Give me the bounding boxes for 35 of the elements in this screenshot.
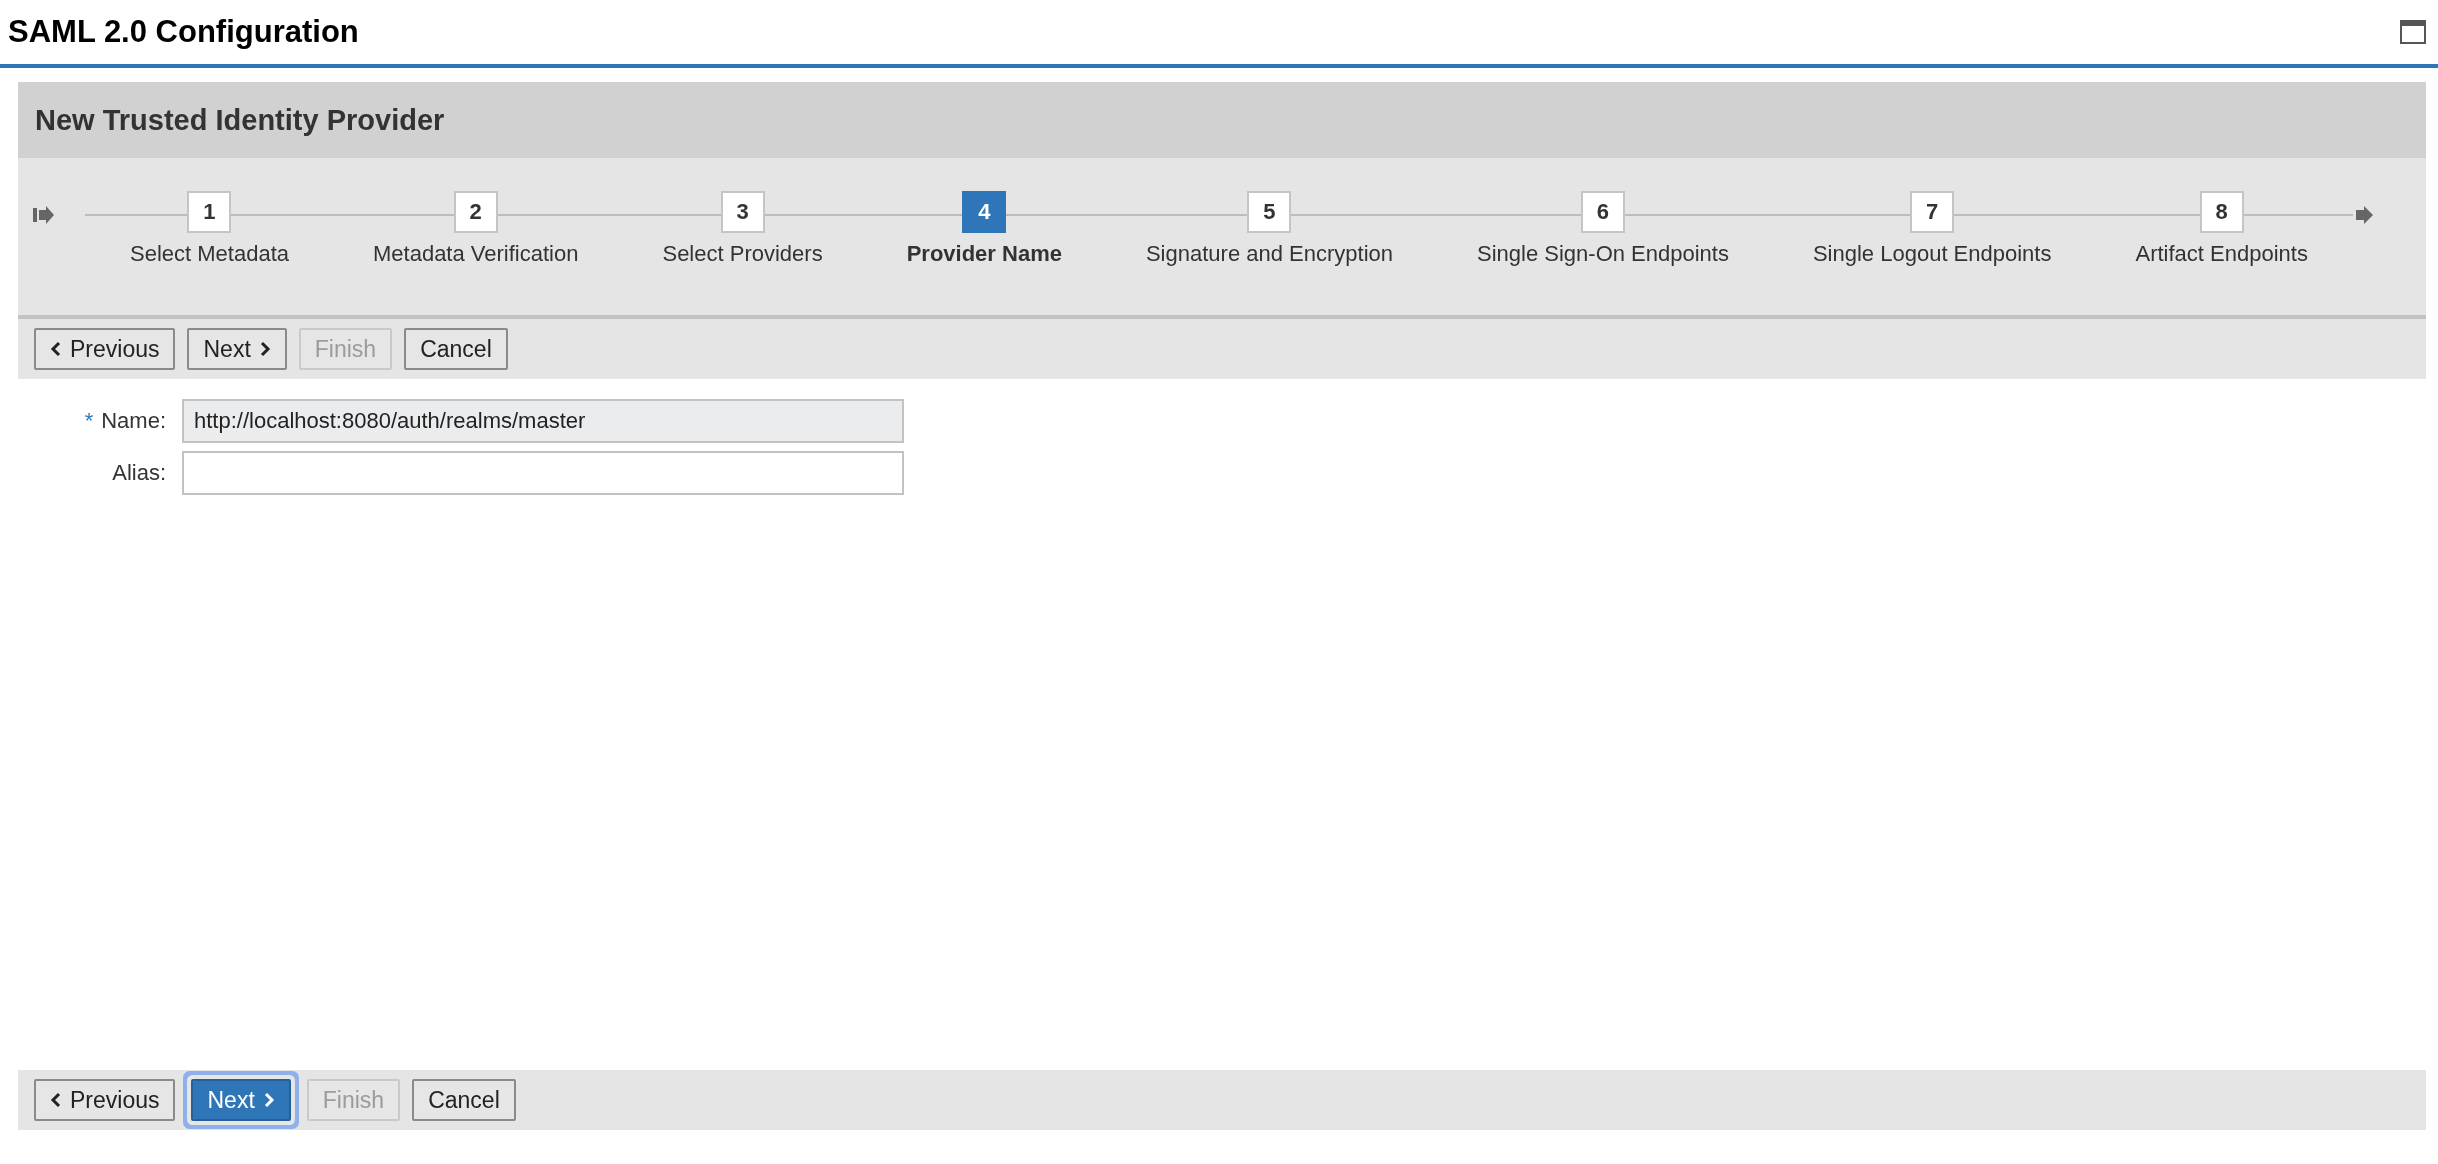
step-number[interactable]: 7 [1910, 191, 1955, 233]
start-arrow-icon [33, 205, 55, 225]
step-label: Artifact Endpoints [2135, 241, 2308, 267]
step-number[interactable]: 6 [1580, 191, 1625, 233]
chevron-left-icon [50, 341, 62, 357]
window-title: SAML 2.0 Configuration [8, 14, 359, 50]
step-label: Single Logout Endpoints [1812, 241, 2052, 267]
required-mark: * [84, 408, 94, 434]
wizard-button[interactable]: Cancel [412, 1079, 516, 1121]
text-field[interactable]: http://localhost:8080/auth/realms/master [182, 399, 904, 443]
step-label: Single Sign-On Endpoints [1477, 241, 1729, 267]
text-field[interactable] [182, 451, 904, 495]
step-number[interactable]: 8 [2199, 191, 2244, 233]
step-label: Select Providers [662, 241, 823, 267]
step-label: Signature and Encryption [1145, 241, 1393, 267]
step-label: Select Metadata [130, 241, 289, 267]
step-number[interactable]: 3 [720, 191, 765, 233]
wizard-button[interactable]: Previous [34, 328, 176, 370]
field-label: Name: [101, 408, 166, 434]
step-number[interactable]: 2 [453, 191, 498, 233]
wizard-button[interactable]: Next [187, 328, 287, 370]
step-number[interactable]: 5 [1247, 191, 1292, 233]
wizard-button[interactable]: Previous [34, 1079, 176, 1121]
chevron-right-icon [258, 341, 271, 357]
wizard-title: New Trusted Identity Provider [35, 103, 445, 137]
chevron-right-icon [262, 1092, 275, 1108]
maximize-icon[interactable] [2400, 20, 2426, 44]
step-number[interactable]: 1 [187, 191, 232, 233]
field-label: Alias: [112, 460, 166, 486]
chevron-left-icon [50, 1092, 62, 1108]
step-label: Metadata Verification [373, 241, 579, 267]
end-arrow-icon [2355, 205, 2374, 225]
step-number[interactable]: 4 [962, 191, 1007, 233]
wizard-button[interactable]: Cancel [404, 328, 508, 370]
step-label: Provider Name [906, 241, 1062, 267]
